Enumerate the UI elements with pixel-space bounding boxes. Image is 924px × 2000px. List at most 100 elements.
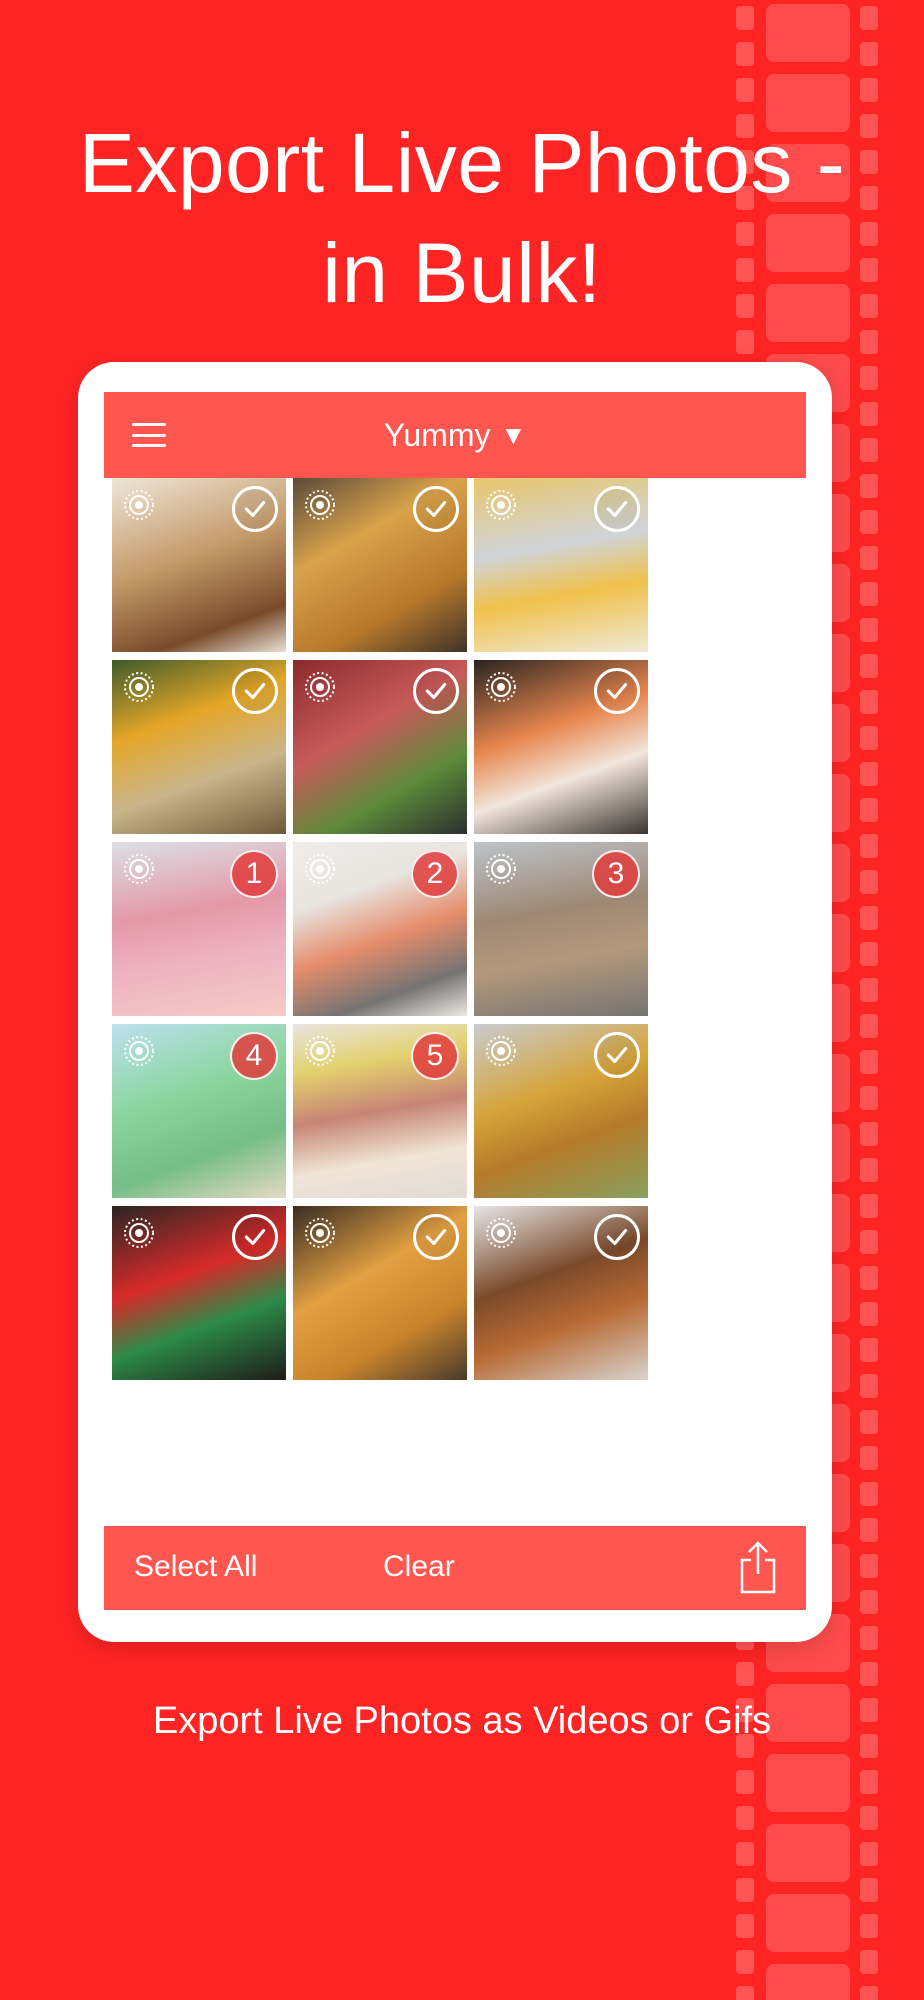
film-hole: [860, 1626, 878, 1650]
checkmark-icon[interactable]: [232, 1214, 278, 1260]
clear-button[interactable]: Clear: [383, 1550, 455, 1584]
film-hole: [860, 762, 878, 786]
film-hole: [736, 330, 754, 354]
film-hole: [860, 366, 878, 390]
checkmark-icon[interactable]: [232, 668, 278, 714]
film-hole: [860, 1590, 878, 1614]
film-hole: [860, 1338, 878, 1362]
film-hole: [860, 1122, 878, 1146]
live-photo-icon: [305, 854, 335, 884]
film-hole: [736, 1842, 754, 1866]
caret-down-icon: ▼: [500, 419, 527, 450]
film-hole: [860, 1374, 878, 1398]
checkmark-icon[interactable]: [413, 668, 459, 714]
checkmark-icon[interactable]: [594, 1214, 640, 1260]
film-frame: [766, 1754, 850, 1812]
checkmark-icon[interactable]: [594, 486, 640, 532]
film-hole: [736, 1806, 754, 1830]
film-hole: [736, 1914, 754, 1938]
checkmark-icon[interactable]: [413, 486, 459, 532]
photo-cell[interactable]: 5: [293, 1024, 467, 1198]
checkmark-icon[interactable]: [413, 1214, 459, 1260]
select-all-button[interactable]: Select All: [134, 1550, 257, 1584]
live-photo-icon: [305, 490, 335, 520]
photo-cell[interactable]: 4: [112, 1024, 286, 1198]
device-frame: Yummy ▼ 1 2 3 4 5 Select All Clear: [78, 362, 832, 1642]
film-hole: [860, 1518, 878, 1542]
live-photo-icon: [124, 672, 154, 702]
photo-cell[interactable]: [112, 660, 286, 834]
film-hole: [860, 1662, 878, 1686]
photo-cell[interactable]: [112, 478, 286, 652]
photo-cell[interactable]: 1: [112, 842, 286, 1016]
live-photo-icon: [486, 672, 516, 702]
app-header: Yummy ▼: [104, 392, 806, 478]
photo-cell[interactable]: [293, 1206, 467, 1380]
selection-order-badge: 3: [592, 850, 640, 898]
film-hole: [860, 1950, 878, 1974]
live-photo-icon: [486, 490, 516, 520]
hamburger-icon[interactable]: [132, 419, 166, 451]
film-hole: [860, 1986, 878, 2000]
album-selector[interactable]: Yummy ▼: [384, 417, 526, 454]
film-hole: [860, 1914, 878, 1938]
film-hole: [860, 510, 878, 534]
photo-cell[interactable]: [474, 478, 648, 652]
film-hole: [860, 402, 878, 426]
film-hole: [860, 1878, 878, 1902]
photo-cell[interactable]: [293, 478, 467, 652]
film-hole: [860, 942, 878, 966]
film-frame: [766, 1894, 850, 1952]
share-icon[interactable]: [738, 1540, 778, 1594]
selection-order-badge: 4: [230, 1032, 278, 1080]
subtitle: Export Live Photos as Videos or Gifs: [152, 1700, 772, 1742]
film-hole: [736, 1986, 754, 2000]
album-title: Yummy: [383, 416, 491, 453]
film-hole: [860, 1086, 878, 1110]
headline-line-2: in Bulk!: [322, 226, 602, 320]
film-hole: [860, 582, 878, 606]
film-hole: [736, 6, 754, 30]
film-frame: [766, 4, 850, 62]
selection-order-badge: 2: [411, 850, 459, 898]
film-hole: [860, 78, 878, 102]
headline: Export Live Photos - in Bulk!: [0, 108, 924, 328]
live-photo-icon: [124, 854, 154, 884]
live-photo-icon: [124, 1036, 154, 1066]
film-frame: [766, 1964, 850, 2000]
film-hole: [860, 42, 878, 66]
photo-cell[interactable]: [293, 660, 467, 834]
film-hole: [860, 1482, 878, 1506]
film-hole: [860, 690, 878, 714]
film-hole: [736, 1662, 754, 1686]
film-hole: [860, 834, 878, 858]
film-hole: [860, 1158, 878, 1182]
film-hole: [860, 1554, 878, 1578]
checkmark-icon[interactable]: [594, 1032, 640, 1078]
film-hole: [860, 1842, 878, 1866]
film-hole: [736, 42, 754, 66]
photo-cell[interactable]: [474, 660, 648, 834]
checkmark-icon[interactable]: [594, 668, 640, 714]
selection-order-badge: 1: [230, 850, 278, 898]
film-hole: [860, 1806, 878, 1830]
film-hole: [860, 546, 878, 570]
bottom-toolbar: Select All Clear: [104, 1526, 806, 1610]
film-hole: [736, 1770, 754, 1794]
film-hole: [736, 1950, 754, 1974]
film-hole: [860, 474, 878, 498]
film-hole: [860, 906, 878, 930]
live-photo-icon: [124, 490, 154, 520]
film-hole: [860, 438, 878, 462]
photo-cell[interactable]: [474, 1206, 648, 1380]
film-frame: [766, 1824, 850, 1882]
checkmark-icon[interactable]: [232, 486, 278, 532]
photo-cell[interactable]: 3: [474, 842, 648, 1016]
photo-cell[interactable]: [112, 1206, 286, 1380]
photo-cell[interactable]: [474, 1024, 648, 1198]
photo-grid: 1 2 3 4 5: [104, 478, 806, 1526]
film-hole: [860, 6, 878, 30]
film-hole: [860, 798, 878, 822]
selection-order-badge: 5: [411, 1032, 459, 1080]
photo-cell[interactable]: 2: [293, 842, 467, 1016]
